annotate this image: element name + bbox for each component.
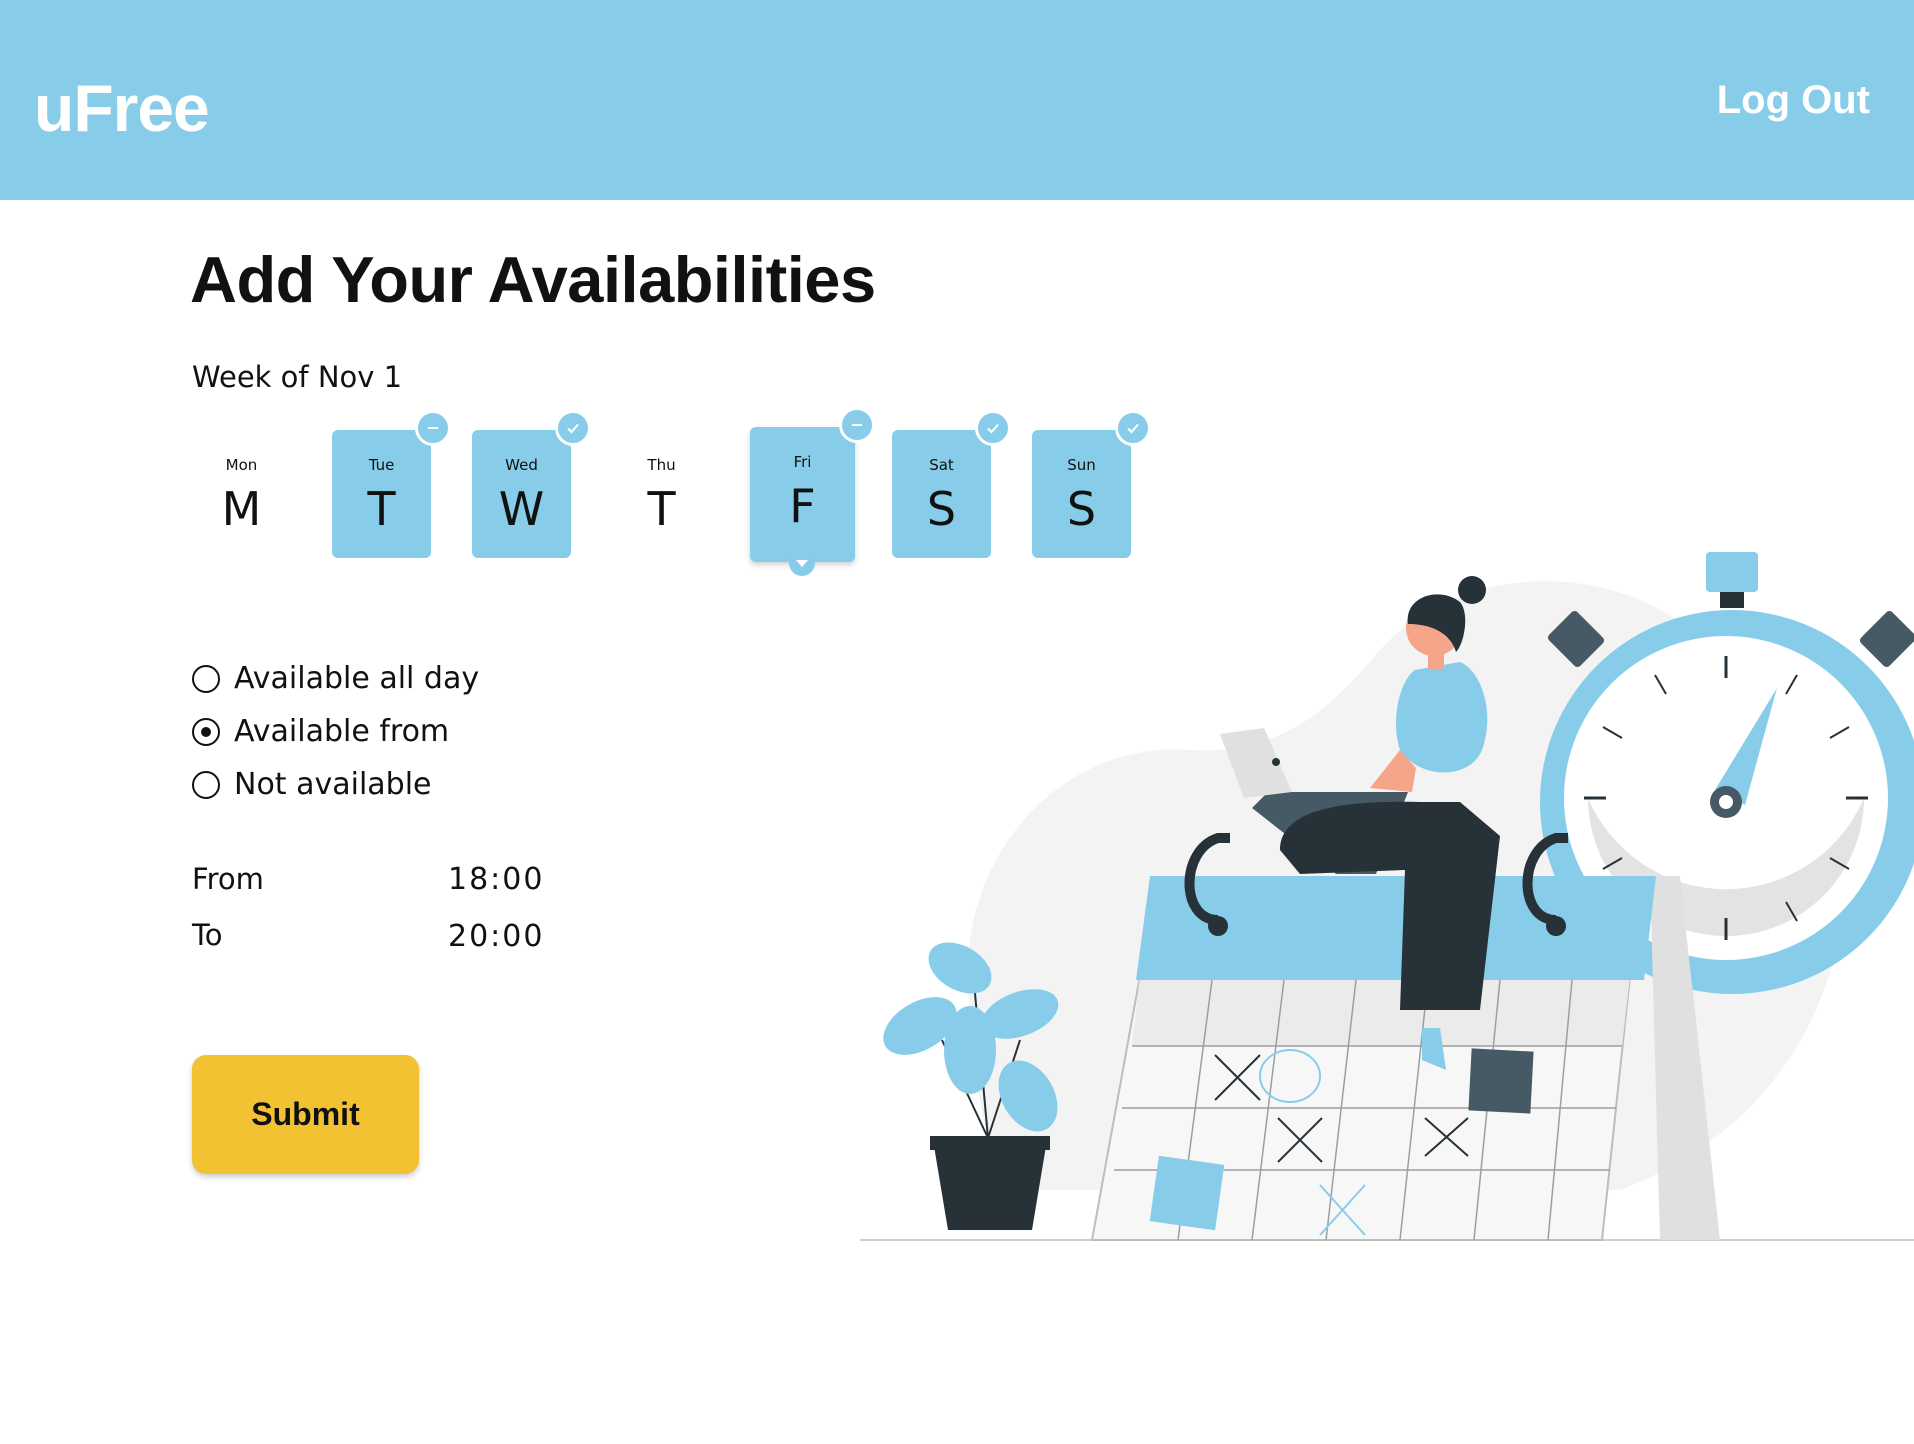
minus-icon[interactable] [415,410,451,446]
check-icon[interactable] [1115,410,1151,446]
caret-down-icon[interactable] [789,550,815,576]
day-short-label: Sat [929,456,954,474]
day-tue[interactable]: Tue T [332,410,451,558]
day-letter: T [647,482,676,536]
day-sat[interactable]: Sat S [892,410,1011,558]
radio-button[interactable] [192,770,220,799]
option-not-available[interactable]: Not available [192,758,479,811]
day-letter: S [926,482,957,536]
app-logo: uFree [34,71,210,145]
to-label: To [192,918,223,952]
day-short-label: Sun [1067,456,1096,474]
app-header: uFree Log Out [0,0,1914,200]
minus-icon[interactable] [839,407,875,443]
day-wed[interactable]: Wed W [472,410,591,558]
availability-options: Available all day Available from Not ava… [192,652,479,811]
day-short-label: Thu [647,456,676,474]
day-mon[interactable]: Mon M [192,430,291,558]
to-time-input[interactable]: 20:00 [448,919,544,954]
check-icon[interactable] [975,410,1011,446]
option-available-from[interactable]: Available from [192,705,479,758]
day-fri[interactable]: Fri F [750,407,875,576]
option-label: Available from [234,714,450,749]
check-icon[interactable] [555,410,591,446]
page-title: Add Your Availabilities [190,243,876,316]
option-label: Not available [234,767,432,802]
day-thu[interactable]: Thu T [612,430,711,558]
calendar-illustration [860,552,1914,1241]
day-short-label: Wed [505,456,538,474]
day-short-label: Fri [793,453,812,471]
week-label: Week of Nov 1 [192,360,403,394]
option-all-day[interactable]: Available all day [192,652,479,705]
day-letter: F [789,479,816,533]
option-label: Available all day [234,661,480,696]
from-time-input[interactable]: 18:00 [448,862,544,897]
logout-button[interactable]: Log Out [1717,78,1870,123]
day-short-label: Tue [368,456,395,474]
day-letter: T [367,482,396,536]
from-label: From [192,862,264,896]
day-sun[interactable]: Sun S [1032,410,1151,558]
day-letter: S [1066,482,1097,536]
day-letter: M [221,482,262,536]
radio-button[interactable] [192,664,220,693]
day-letter: W [498,482,545,536]
radio-button-checked[interactable] [192,717,220,746]
day-short-label: Mon [225,456,258,474]
submit-button[interactable]: Submit [192,1055,419,1174]
